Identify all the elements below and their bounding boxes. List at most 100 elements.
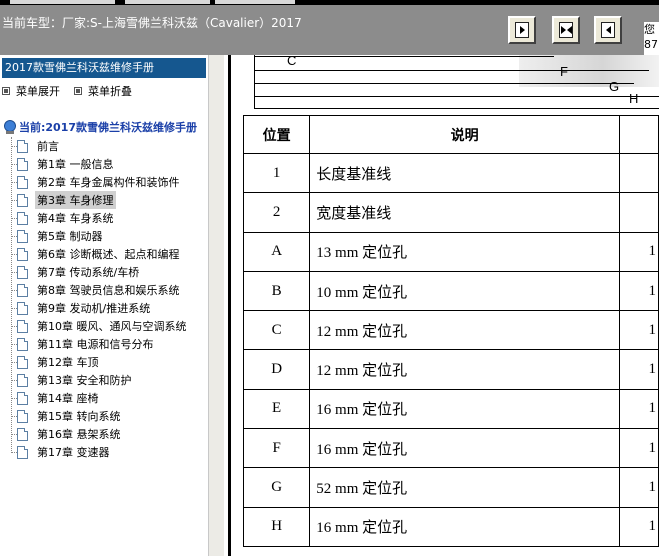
cell-description: 52 mm 定位孔 xyxy=(309,467,620,508)
cell-position: H xyxy=(242,506,311,547)
tree-item[interactable]: 第16章 悬架系统 xyxy=(11,425,123,443)
cell-extra: 1 xyxy=(618,349,659,390)
cell-position: 2 xyxy=(242,192,311,233)
cell-position: 1 xyxy=(242,152,311,194)
table-row: D 12 mm 定位孔 1 xyxy=(242,349,659,390)
top-strip-segment xyxy=(125,0,210,4)
tree-item[interactable]: 第5章 制动器 xyxy=(11,227,105,245)
table-row: F 16 mm 定位孔 1 xyxy=(242,428,659,469)
table-row: B 10 mm 定位孔 1 xyxy=(242,270,659,312)
manual-title-bar[interactable]: 2017款雪佛兰科沃兹维修手册 xyxy=(2,58,206,78)
user-info-line: 您 xyxy=(644,23,655,36)
collapse-right-button[interactable] xyxy=(594,16,622,44)
tree-item-label: 第17章 变速器 xyxy=(37,446,110,459)
document-icon xyxy=(17,265,28,279)
cell-extra xyxy=(618,192,659,233)
menu-actions: 菜单展开 菜单折叠 xyxy=(2,83,132,99)
document-icon xyxy=(17,373,28,387)
diagram-label-c: C xyxy=(287,55,297,68)
document-icon xyxy=(17,157,28,171)
table-row: 2 宽度基准线 xyxy=(242,192,659,233)
document-icon xyxy=(17,427,28,441)
reference-diagram: C F G H xyxy=(234,55,659,111)
document-icon xyxy=(17,445,28,459)
table-row: H 16 mm 定位孔 1 xyxy=(242,506,659,547)
table-header-row: 位置 说明 xyxy=(242,115,659,154)
menu-collapse-button[interactable]: 菜单折叠 xyxy=(74,83,132,99)
tree-item-label: 第12章 车顶 xyxy=(37,356,99,369)
document-content: C F G H 位置 说明 1 长度基准线 2 宽度基准线 A 13 mm 定位孔 1 B 10… xyxy=(234,55,659,556)
tree-item[interactable]: 第8章 驾驶员信息和娱乐系统 xyxy=(11,281,182,299)
cell-extra: 1 xyxy=(618,388,659,430)
left-nav-panel: 2017款雪佛兰科沃兹维修手册 菜单展开 菜单折叠 当前:2017款雪佛兰科沃兹… xyxy=(0,55,208,556)
tree-item[interactable]: 第4章 车身系统 xyxy=(11,209,116,227)
tree-item-label: 第6章 诊断概述、起点和编程 xyxy=(37,248,180,261)
tree-item[interactable]: 第3章 车身修理 xyxy=(11,191,116,209)
header-bar: 当前车型：厂家:S-上海雪佛兰科沃兹（Cavalier）2017 您 87 xyxy=(0,5,659,56)
tree-item[interactable]: 第15章 转向系统 xyxy=(11,407,123,425)
cell-extra: 1 xyxy=(618,270,659,312)
cell-description: 16 mm 定位孔 xyxy=(309,506,620,547)
document-icon xyxy=(17,337,28,351)
cell-position: A xyxy=(242,231,311,272)
user-info-line: 87 xyxy=(644,38,658,51)
cell-description: 12 mm 定位孔 xyxy=(309,349,620,390)
document-icon xyxy=(17,247,28,261)
cell-description: 长度基准线 xyxy=(309,152,620,194)
cell-extra: 1 xyxy=(618,428,659,469)
tree-item[interactable]: 第12章 车顶 xyxy=(11,353,101,371)
cell-position: E xyxy=(242,388,311,430)
tree-item[interactable]: 第2章 车身金属构件和装饰件 xyxy=(11,173,182,191)
diagram-label-h: H xyxy=(629,91,639,106)
cell-position: C xyxy=(242,310,311,351)
tree-item[interactable]: 第13章 安全和防护 xyxy=(11,371,134,389)
cell-description: 16 mm 定位孔 xyxy=(309,388,620,430)
tree-item[interactable]: 前言 xyxy=(11,137,61,155)
cell-extra xyxy=(618,152,659,194)
tree-item-label: 第9章 发动机/推进系统 xyxy=(37,302,151,315)
menu-expand-label: 菜单展开 xyxy=(16,85,60,98)
table-row: E 16 mm 定位孔 1 xyxy=(242,388,659,430)
tree-item[interactable]: 第9章 发动机/推进系统 xyxy=(11,299,152,317)
tree-item-label: 第7章 传动系统/车桥 xyxy=(37,266,140,279)
locating-hole-table: 位置 说明 1 长度基准线 2 宽度基准线 A 13 mm 定位孔 1 B 10 mm 定位孔 1… xyxy=(242,115,659,547)
cell-extra: 1 xyxy=(618,231,659,272)
cell-extra: 1 xyxy=(618,467,659,508)
diagram-line xyxy=(254,108,659,109)
tree-item[interactable]: 第10章 暖风、通风与空调系统 xyxy=(11,317,189,335)
tree-item[interactable]: 第7章 传动系统/车桥 xyxy=(11,263,141,281)
tree-item[interactable]: 第6章 诊断概述、起点和编程 xyxy=(11,245,182,263)
tree-item[interactable]: 第1章 一般信息 xyxy=(11,155,116,173)
tree-item[interactable]: 第17章 变速器 xyxy=(11,443,112,461)
tree-item[interactable]: 第11章 电源和信号分布 xyxy=(11,335,156,353)
table-row: 1 长度基准线 xyxy=(242,152,659,194)
cell-position: B xyxy=(242,270,311,312)
tree-item-label: 第5章 制动器 xyxy=(37,230,103,243)
table-row: C 12 mm 定位孔 1 xyxy=(242,310,659,351)
document-icon xyxy=(17,319,28,333)
column-header-extra xyxy=(618,115,659,154)
document-icon xyxy=(17,193,28,207)
tree-item-label: 第10章 暖风、通风与空调系统 xyxy=(37,320,187,333)
cell-description: 13 mm 定位孔 xyxy=(309,231,620,272)
document-icon xyxy=(17,211,28,225)
current-model-title: 当前车型：厂家:S-上海雪佛兰科沃兹（Cavalier）2017 xyxy=(2,16,302,30)
menu-expand-button[interactable]: 菜单展开 xyxy=(2,83,60,99)
split-arrows-icon xyxy=(559,22,573,38)
split-view-button[interactable] xyxy=(552,16,580,44)
panel-right-icon xyxy=(515,22,529,38)
collapse-icon xyxy=(74,87,82,95)
column-header-description: 说明 xyxy=(309,115,620,154)
document-icon xyxy=(17,283,28,297)
collapse-left-button[interactable] xyxy=(508,16,536,44)
column-header-position: 位置 xyxy=(242,115,311,154)
tree-item-label: 第11章 电源和信号分布 xyxy=(37,338,154,351)
tree-root-label: 当前:2017款雪佛兰科沃兹维修手册 xyxy=(19,121,198,134)
tree-item-label: 第2章 车身金属构件和装饰件 xyxy=(37,176,180,189)
cell-description: 10 mm 定位孔 xyxy=(309,270,620,312)
tree-root[interactable]: 当前:2017款雪佛兰科沃兹维修手册 xyxy=(4,119,197,135)
table-row: A 13 mm 定位孔 1 xyxy=(242,231,659,272)
tree-item[interactable]: 第14章 座椅 xyxy=(11,389,101,407)
cell-extra: 1 xyxy=(618,506,659,547)
panel-splitter[interactable] xyxy=(208,55,224,556)
